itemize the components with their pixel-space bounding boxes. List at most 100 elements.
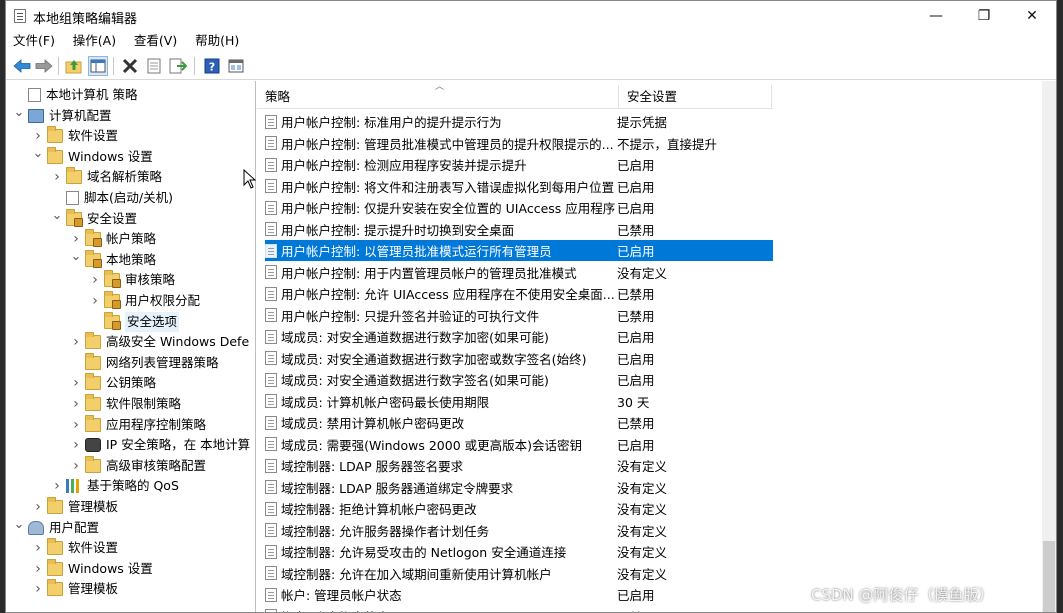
policy-row[interactable]: 域控制器: 允许易受攻击的 Netlogon 安全通道连接 没有定义 xyxy=(265,541,773,562)
tree-item[interactable]: 本地计算机 策略 xyxy=(6,85,255,105)
policy-row[interactable]: 域控制器: 允许在加入域期间重新使用计算机帐户 没有定义 xyxy=(265,563,773,584)
policy-setting: 已禁用 xyxy=(617,416,655,431)
policy-name: 域控制器: 拒绝计算机帐户密码更改 xyxy=(281,502,477,517)
chevron-right-icon[interactable]: › xyxy=(71,435,81,455)
forward-icon[interactable] xyxy=(34,56,54,76)
policy-row[interactable]: 用户帐户控制: 将文件和注册表写入错误虚拟化到每用户位置 已启用 xyxy=(265,176,773,197)
chevron-down-icon[interactable]: ⌄ xyxy=(14,515,25,535)
tree-item[interactable]: › 用户权限分配 xyxy=(6,291,255,311)
tree-item[interactable]: › 软件设置 xyxy=(6,126,255,146)
svg-text:?: ? xyxy=(209,61,215,74)
policy-row[interactable]: 用户帐户控制: 仅提升安装在安全位置的 UIAccess 应用程序 已启用 xyxy=(265,197,773,218)
chevron-down-icon[interactable]: ⌄ xyxy=(14,103,25,123)
tree-item[interactable]: 脚本(启动/关机) xyxy=(6,188,255,208)
policy-row[interactable]: 用户帐户控制: 以管理员批准模式运行所有管理员 已启用 xyxy=(265,240,773,261)
scrollbar-thumb[interactable] xyxy=(1043,541,1055,612)
tree-item-label: 公钥策略 xyxy=(106,375,157,391)
tree-item[interactable]: › 基于策略的 QoS xyxy=(6,476,255,496)
tree-item[interactable]: ⌄ 本地策略 xyxy=(6,247,255,270)
view-icon[interactable] xyxy=(226,56,246,76)
tree-item[interactable]: › Windows 设置 xyxy=(6,558,255,579)
policy-row[interactable]: 域成员: 对安全通道数据进行数字加密或数字签名(始终) 已启用 xyxy=(265,348,773,369)
policy-row[interactable]: 用户帐户控制: 提示提升时切换到安全桌面 已禁用 xyxy=(265,219,773,240)
tree-item[interactable]: ⌄ 计算机配置 xyxy=(6,103,255,126)
chevron-right-icon[interactable]: › xyxy=(33,538,43,558)
policy-row[interactable]: 域成员: 对安全通道数据进行数字加密(如果可能) 已启用 xyxy=(265,326,773,347)
menu-file[interactable]: 文件(F) xyxy=(6,31,62,51)
chevron-right-icon[interactable]: › xyxy=(71,456,81,476)
policy-row[interactable]: 用户帐户控制: 标准用户的提升提示行为 提示凭据 xyxy=(265,111,773,132)
chevron-down-icon[interactable]: ⌄ xyxy=(71,247,82,267)
tree-item[interactable]: ⌄ Windows 设置 xyxy=(6,144,255,167)
tree-item[interactable]: › 管理模板 xyxy=(6,579,255,599)
tree-item[interactable]: ⌄ 安全设置 xyxy=(6,206,255,229)
policy-row[interactable]: 域控制器: LDAP 服务器通道绑定令牌要求 没有定义 xyxy=(265,477,773,498)
folder-icon xyxy=(47,497,63,514)
policy-setting: 已启用 xyxy=(617,373,655,388)
policy-row[interactable]: 用户帐户控制: 管理员批准模式中管理员的提升权限提示的... 不提示，直接提升 xyxy=(265,133,773,154)
folder-icon xyxy=(47,579,63,597)
tree-item[interactable]: › 高级安全 Windows Defe xyxy=(6,332,255,352)
delete-icon[interactable] xyxy=(120,56,140,76)
chevron-right-icon[interactable]: › xyxy=(71,332,81,352)
tree-item[interactable]: › 软件限制策略 xyxy=(6,394,255,414)
chevron-right-icon[interactable]: › xyxy=(71,373,81,393)
chevron-right-icon[interactable]: › xyxy=(71,415,81,435)
tree-item[interactable]: › 审核策略 xyxy=(6,270,255,290)
tree-item[interactable]: 网络列表管理器策略 xyxy=(6,352,255,373)
chevron-right-icon[interactable]: › xyxy=(52,476,62,496)
tree-item[interactable]: › IP 安全策略，在 本地计算 xyxy=(6,435,255,455)
chevron-down-icon[interactable]: ⌄ xyxy=(33,144,44,164)
maximize-button[interactable]: ❐ xyxy=(961,1,1007,31)
policy-row[interactable]: 帐户: 来宾帐户状态已禁用 xyxy=(265,606,773,612)
tree-item[interactable]: › 域名解析策略 xyxy=(6,167,255,187)
menu-action[interactable]: 操作(A) xyxy=(66,31,123,51)
show-tree-icon[interactable] xyxy=(88,56,108,76)
export-icon[interactable] xyxy=(168,56,188,76)
tree-item[interactable]: ⌄ 用户配置 xyxy=(6,515,255,538)
policy-row[interactable]: 域控制器: 允许服务器操作者计划任务 没有定义 xyxy=(265,520,773,541)
policy-row[interactable]: 域成员: 需要强(Windows 2000 或更高版本)会话密钥 已启用 xyxy=(265,434,773,455)
policy-row[interactable]: 用户帐户控制: 用于内置管理员帐户的管理员批准模式 没有定义 xyxy=(265,262,773,283)
minimize-button[interactable]: — xyxy=(913,1,959,31)
tree-item[interactable]: › 管理模板 xyxy=(6,497,255,517)
policy-row[interactable]: 帐户: 管理员帐户状态 已启用 xyxy=(265,584,773,605)
up-folder-icon[interactable] xyxy=(64,56,84,76)
chevron-right-icon[interactable]: › xyxy=(71,394,81,414)
chevron-right-icon[interactable]: › xyxy=(33,579,43,599)
chevron-right-icon[interactable]: › xyxy=(33,559,43,579)
policy-row[interactable]: 域成员: 禁用计算机帐户密码更改 已禁用 xyxy=(265,412,773,433)
close-button[interactable]: ✕ xyxy=(1009,1,1055,31)
chevron-down-icon[interactable]: ⌄ xyxy=(52,206,63,226)
chevron-right-icon[interactable]: › xyxy=(90,270,100,290)
folder-icon xyxy=(85,394,101,411)
properties-icon[interactable] xyxy=(144,56,164,76)
policy-row[interactable]: 用户帐户控制: 只提升签名并验证的可执行文件 已禁用 xyxy=(265,305,773,326)
vertical-scrollbar[interactable] xyxy=(1042,81,1056,612)
column-header-setting[interactable]: 安全设置 xyxy=(619,81,769,109)
policy-name: 用户帐户控制: 将文件和注册表写入错误虚拟化到每用户位置 xyxy=(281,179,615,195)
menu-help[interactable]: 帮助(H) xyxy=(188,31,246,51)
column-header-policy[interactable]: 策略 xyxy=(257,81,617,109)
help-icon[interactable]: ? xyxy=(202,56,222,76)
tree-item[interactable]: › 公钥策略 xyxy=(6,373,255,393)
back-icon[interactable] xyxy=(12,56,32,76)
policy-row[interactable]: 域成员: 计算机帐户密码最长使用期限 30 天 xyxy=(265,391,773,412)
policy-icon xyxy=(265,222,277,236)
policy-row[interactable]: 用户帐户控制: 检测应用程序安装并提示提升 已启用 xyxy=(265,154,773,175)
tree-item[interactable]: 安全选项 xyxy=(6,311,255,332)
tree-item[interactable]: › 应用程序控制策略 xyxy=(6,414,255,435)
policy-row[interactable]: 域控制器: LDAP 服务器签名要求 没有定义 xyxy=(265,455,773,476)
policy-row[interactable]: 域成员: 对安全通道数据进行数字签名(如果可能) 已启用 xyxy=(265,369,773,390)
chevron-right-icon[interactable]: › xyxy=(33,497,43,517)
tree-item[interactable]: › 帐户策略 xyxy=(6,229,255,249)
menu-view[interactable]: 查看(V) xyxy=(127,31,184,51)
tree-item[interactable]: › 软件设置 xyxy=(6,538,255,558)
chevron-right-icon[interactable]: › xyxy=(52,167,62,187)
policy-name: 用户帐户控制: 仅提升安装在安全位置的 UIAccess 应用程序 xyxy=(281,201,616,216)
chevron-right-icon[interactable]: › xyxy=(90,291,100,311)
policy-row[interactable]: 域控制器: 拒绝计算机帐户密码更改 没有定义 xyxy=(265,498,773,519)
tree-item[interactable]: › 高级审核策略配置 xyxy=(6,455,255,476)
policy-row[interactable]: 用户帐户控制: 允许 UIAccess 应用程序在不使用安全桌面... 已禁用 xyxy=(265,283,773,304)
